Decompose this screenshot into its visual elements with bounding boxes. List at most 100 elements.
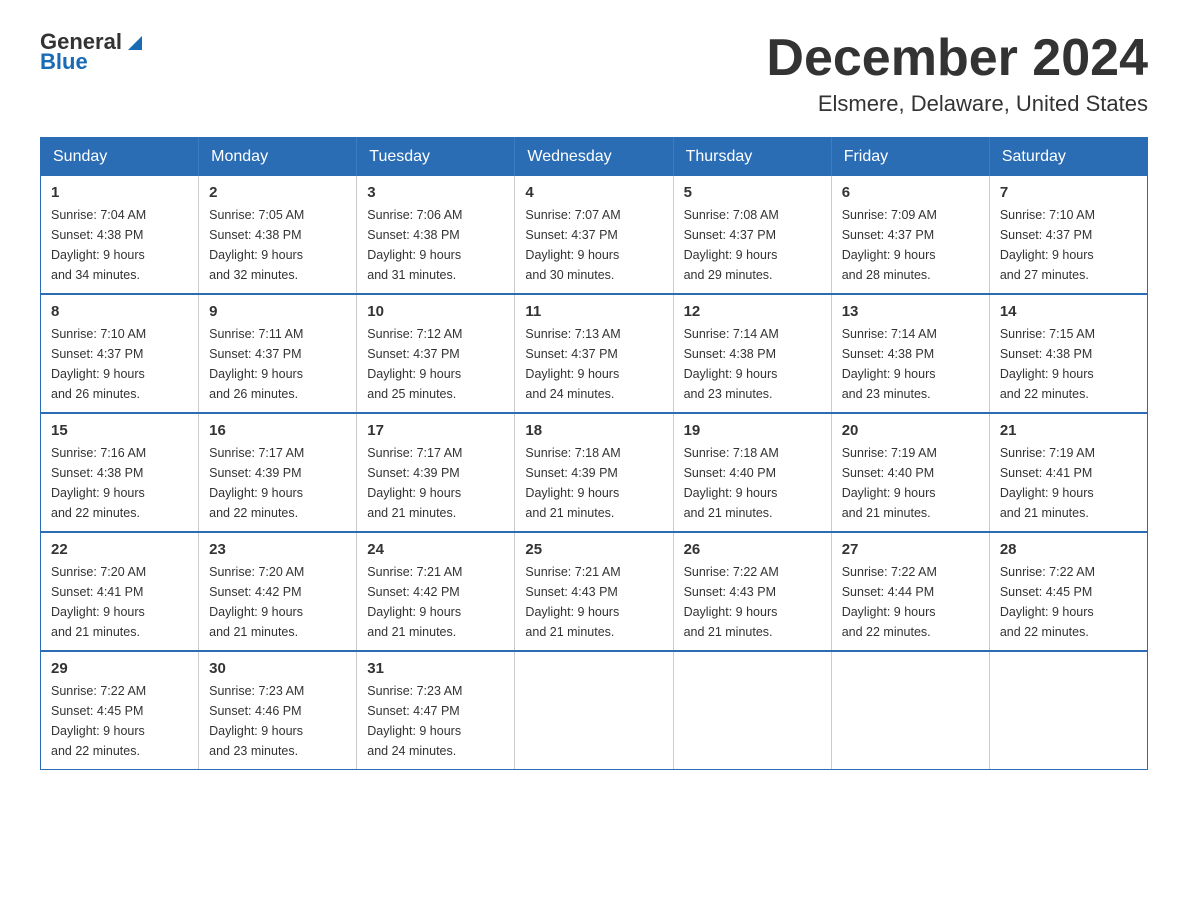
- calendar-day-cell: 31 Sunrise: 7:23 AM Sunset: 4:47 PM Dayl…: [357, 651, 515, 770]
- calendar-week-row: 1 Sunrise: 7:04 AM Sunset: 4:38 PM Dayli…: [41, 176, 1148, 294]
- logo: General Blue: [40, 30, 146, 74]
- header: General Blue December 2024 Elsmere, Dela…: [40, 30, 1148, 117]
- day-number: 5: [684, 184, 821, 201]
- day-number: 31: [367, 660, 504, 677]
- day-info: Sunrise: 7:14 AM Sunset: 4:38 PM Dayligh…: [842, 324, 979, 404]
- day-number: 15: [51, 422, 188, 439]
- day-info: Sunrise: 7:22 AM Sunset: 4:43 PM Dayligh…: [684, 562, 821, 642]
- day-number: 20: [842, 422, 979, 439]
- day-info: Sunrise: 7:11 AM Sunset: 4:37 PM Dayligh…: [209, 324, 346, 404]
- calendar-day-cell: 23 Sunrise: 7:20 AM Sunset: 4:42 PM Dayl…: [199, 532, 357, 651]
- calendar-day-cell: 28 Sunrise: 7:22 AM Sunset: 4:45 PM Dayl…: [989, 532, 1147, 651]
- calendar-week-row: 8 Sunrise: 7:10 AM Sunset: 4:37 PM Dayli…: [41, 294, 1148, 413]
- day-info: Sunrise: 7:09 AM Sunset: 4:37 PM Dayligh…: [842, 205, 979, 285]
- calendar-day-cell: 21 Sunrise: 7:19 AM Sunset: 4:41 PM Dayl…: [989, 413, 1147, 532]
- calendar-day-cell: 6 Sunrise: 7:09 AM Sunset: 4:37 PM Dayli…: [831, 176, 989, 294]
- day-number: 2: [209, 184, 346, 201]
- calendar-day-cell: 2 Sunrise: 7:05 AM Sunset: 4:38 PM Dayli…: [199, 176, 357, 294]
- day-info: Sunrise: 7:21 AM Sunset: 4:43 PM Dayligh…: [525, 562, 662, 642]
- calendar-day-cell: 20 Sunrise: 7:19 AM Sunset: 4:40 PM Dayl…: [831, 413, 989, 532]
- day-info: Sunrise: 7:17 AM Sunset: 4:39 PM Dayligh…: [209, 443, 346, 523]
- header-tuesday: Tuesday: [357, 138, 515, 177]
- calendar-day-cell: 14 Sunrise: 7:15 AM Sunset: 4:38 PM Dayl…: [989, 294, 1147, 413]
- day-info: Sunrise: 7:18 AM Sunset: 4:40 PM Dayligh…: [684, 443, 821, 523]
- day-info: Sunrise: 7:20 AM Sunset: 4:42 PM Dayligh…: [209, 562, 346, 642]
- day-number: 14: [1000, 303, 1137, 320]
- day-info: Sunrise: 7:20 AM Sunset: 4:41 PM Dayligh…: [51, 562, 188, 642]
- calendar-day-cell: 27 Sunrise: 7:22 AM Sunset: 4:44 PM Dayl…: [831, 532, 989, 651]
- day-info: Sunrise: 7:16 AM Sunset: 4:38 PM Dayligh…: [51, 443, 188, 523]
- day-number: 3: [367, 184, 504, 201]
- day-info: Sunrise: 7:21 AM Sunset: 4:42 PM Dayligh…: [367, 562, 504, 642]
- day-number: 21: [1000, 422, 1137, 439]
- day-number: 7: [1000, 184, 1137, 201]
- header-monday: Monday: [199, 138, 357, 177]
- header-thursday: Thursday: [673, 138, 831, 177]
- logo-triangle-icon: [124, 32, 146, 54]
- day-info: Sunrise: 7:12 AM Sunset: 4:37 PM Dayligh…: [367, 324, 504, 404]
- day-number: 29: [51, 660, 188, 677]
- calendar-day-cell: [673, 651, 831, 770]
- day-number: 25: [525, 541, 662, 558]
- day-info: Sunrise: 7:04 AM Sunset: 4:38 PM Dayligh…: [51, 205, 188, 285]
- day-number: 16: [209, 422, 346, 439]
- calendar-title: December 2024: [766, 30, 1148, 87]
- day-info: Sunrise: 7:23 AM Sunset: 4:47 PM Dayligh…: [367, 681, 504, 761]
- calendar-day-cell: 4 Sunrise: 7:07 AM Sunset: 4:37 PM Dayli…: [515, 176, 673, 294]
- calendar-header-row: Sunday Monday Tuesday Wednesday Thursday…: [41, 138, 1148, 177]
- day-number: 12: [684, 303, 821, 320]
- calendar-day-cell: 11 Sunrise: 7:13 AM Sunset: 4:37 PM Dayl…: [515, 294, 673, 413]
- day-info: Sunrise: 7:10 AM Sunset: 4:37 PM Dayligh…: [51, 324, 188, 404]
- day-info: Sunrise: 7:07 AM Sunset: 4:37 PM Dayligh…: [525, 205, 662, 285]
- calendar-day-cell: 1 Sunrise: 7:04 AM Sunset: 4:38 PM Dayli…: [41, 176, 199, 294]
- day-number: 26: [684, 541, 821, 558]
- header-wednesday: Wednesday: [515, 138, 673, 177]
- day-number: 1: [51, 184, 188, 201]
- calendar-day-cell: 26 Sunrise: 7:22 AM Sunset: 4:43 PM Dayl…: [673, 532, 831, 651]
- day-number: 10: [367, 303, 504, 320]
- calendar-day-cell: 24 Sunrise: 7:21 AM Sunset: 4:42 PM Dayl…: [357, 532, 515, 651]
- day-number: 27: [842, 541, 979, 558]
- calendar-table: Sunday Monday Tuesday Wednesday Thursday…: [40, 137, 1148, 770]
- day-number: 9: [209, 303, 346, 320]
- day-number: 17: [367, 422, 504, 439]
- calendar-subtitle: Elsmere, Delaware, United States: [766, 91, 1148, 117]
- day-number: 24: [367, 541, 504, 558]
- calendar-day-cell: 7 Sunrise: 7:10 AM Sunset: 4:37 PM Dayli…: [989, 176, 1147, 294]
- calendar-day-cell: 29 Sunrise: 7:22 AM Sunset: 4:45 PM Dayl…: [41, 651, 199, 770]
- day-info: Sunrise: 7:19 AM Sunset: 4:41 PM Dayligh…: [1000, 443, 1137, 523]
- calendar-day-cell: 17 Sunrise: 7:17 AM Sunset: 4:39 PM Dayl…: [357, 413, 515, 532]
- day-number: 18: [525, 422, 662, 439]
- calendar-day-cell: 15 Sunrise: 7:16 AM Sunset: 4:38 PM Dayl…: [41, 413, 199, 532]
- day-number: 4: [525, 184, 662, 201]
- title-area: December 2024 Elsmere, Delaware, United …: [766, 30, 1148, 117]
- calendar-day-cell: 10 Sunrise: 7:12 AM Sunset: 4:37 PM Dayl…: [357, 294, 515, 413]
- calendar-day-cell: 3 Sunrise: 7:06 AM Sunset: 4:38 PM Dayli…: [357, 176, 515, 294]
- header-sunday: Sunday: [41, 138, 199, 177]
- calendar-day-cell: 5 Sunrise: 7:08 AM Sunset: 4:37 PM Dayli…: [673, 176, 831, 294]
- day-number: 28: [1000, 541, 1137, 558]
- calendar-day-cell: 9 Sunrise: 7:11 AM Sunset: 4:37 PM Dayli…: [199, 294, 357, 413]
- day-number: 22: [51, 541, 188, 558]
- day-info: Sunrise: 7:18 AM Sunset: 4:39 PM Dayligh…: [525, 443, 662, 523]
- day-info: Sunrise: 7:22 AM Sunset: 4:45 PM Dayligh…: [1000, 562, 1137, 642]
- day-info: Sunrise: 7:22 AM Sunset: 4:45 PM Dayligh…: [51, 681, 188, 761]
- day-info: Sunrise: 7:22 AM Sunset: 4:44 PM Dayligh…: [842, 562, 979, 642]
- day-number: 11: [525, 303, 662, 320]
- calendar-day-cell: 19 Sunrise: 7:18 AM Sunset: 4:40 PM Dayl…: [673, 413, 831, 532]
- header-saturday: Saturday: [989, 138, 1147, 177]
- calendar-day-cell: 30 Sunrise: 7:23 AM Sunset: 4:46 PM Dayl…: [199, 651, 357, 770]
- calendar-day-cell: 25 Sunrise: 7:21 AM Sunset: 4:43 PM Dayl…: [515, 532, 673, 651]
- day-info: Sunrise: 7:19 AM Sunset: 4:40 PM Dayligh…: [842, 443, 979, 523]
- calendar-day-cell: 22 Sunrise: 7:20 AM Sunset: 4:41 PM Dayl…: [41, 532, 199, 651]
- day-info: Sunrise: 7:23 AM Sunset: 4:46 PM Dayligh…: [209, 681, 346, 761]
- day-info: Sunrise: 7:06 AM Sunset: 4:38 PM Dayligh…: [367, 205, 504, 285]
- day-info: Sunrise: 7:05 AM Sunset: 4:38 PM Dayligh…: [209, 205, 346, 285]
- calendar-week-row: 29 Sunrise: 7:22 AM Sunset: 4:45 PM Dayl…: [41, 651, 1148, 770]
- calendar-day-cell: [515, 651, 673, 770]
- day-number: 6: [842, 184, 979, 201]
- calendar-day-cell: [831, 651, 989, 770]
- day-info: Sunrise: 7:08 AM Sunset: 4:37 PM Dayligh…: [684, 205, 821, 285]
- day-info: Sunrise: 7:17 AM Sunset: 4:39 PM Dayligh…: [367, 443, 504, 523]
- day-number: 30: [209, 660, 346, 677]
